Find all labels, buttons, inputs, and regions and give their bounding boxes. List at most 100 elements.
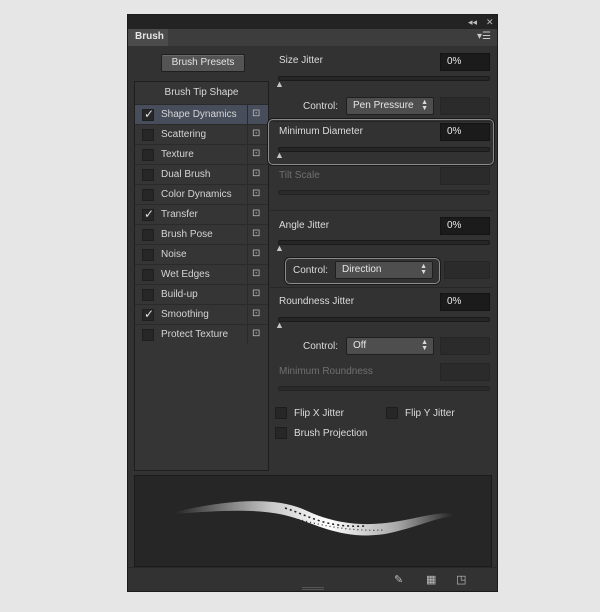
tilt-scale-slider [278, 190, 490, 195]
roundness-jitter-knob[interactable]: ▲ [275, 321, 284, 330]
setting-checkbox[interactable] [142, 149, 154, 161]
size-jitter-label: Size Jitter [279, 55, 323, 66]
flip-x-label: Flip X Jitter [294, 408, 345, 419]
minimum-roundness-slider [278, 386, 490, 391]
lock-icon[interactable]: ⊡ [252, 208, 260, 219]
lock-icon[interactable]: ⊡ [252, 108, 260, 119]
open-preset-manager-icon[interactable]: ▦ [426, 573, 436, 586]
settings-row[interactable]: Wet Edges ⊡ [135, 264, 268, 284]
setting-checkbox[interactable]: ✓ [142, 307, 154, 321]
setting-checkbox[interactable] [142, 169, 154, 181]
setting-checkbox[interactable]: ✓ [142, 207, 154, 221]
setting-label: Color Dynamics [161, 189, 232, 200]
flip-y-checkbox[interactable] [386, 407, 398, 419]
flip-y-label: Flip Y Jitter [405, 408, 455, 419]
angle-jitter-slider[interactable] [278, 240, 490, 245]
row-divider [247, 145, 248, 164]
settings-row[interactable]: Noise ⊡ [135, 244, 268, 264]
settings-row[interactable]: Color Dynamics ⊡ [135, 184, 268, 204]
close-icon[interactable]: ✕ [486, 16, 494, 28]
angle-jitter-knob[interactable]: ▲ [275, 244, 284, 253]
angle-jitter-field[interactable]: 0% [440, 217, 490, 235]
toggle-live-tip-preview-icon[interactable]: ✎ [394, 573, 403, 586]
new-brush-icon[interactable]: ◳ [456, 573, 466, 586]
setting-label: Protect Texture [161, 329, 229, 340]
roundness-jitter-slider[interactable] [278, 317, 490, 322]
roundness-jitter-field[interactable]: 0% [440, 293, 490, 311]
setting-checkbox[interactable] [142, 289, 154, 301]
control-select-2-value: Direction [342, 264, 382, 275]
setting-label: Brush Pose [161, 229, 213, 240]
control-select-2[interactable]: Direction ▲ ▼ [335, 261, 433, 279]
lock-icon[interactable]: ⊡ [252, 288, 260, 299]
control-select-1-value: Pen Pressure [353, 100, 414, 111]
setting-checkbox[interactable] [142, 129, 154, 141]
row-divider [247, 245, 248, 264]
setting-label: Shape Dynamics [161, 109, 237, 120]
control-label-1: Control: [303, 101, 339, 112]
brush-stroke-preview [134, 475, 492, 567]
divider [270, 287, 492, 288]
divider [270, 210, 492, 211]
size-jitter-knob[interactable]: ▲ [275, 80, 284, 89]
setting-checkbox[interactable] [142, 269, 154, 281]
setting-checkbox[interactable]: ✓ [142, 107, 154, 121]
row-divider [247, 285, 248, 304]
settings-row[interactable]: ✓ Shape Dynamics ⊡ [135, 104, 268, 124]
row-divider [247, 205, 248, 224]
tilt-scale-field [440, 167, 490, 185]
row-divider [247, 165, 248, 184]
brush-settings-list: Brush Tip Shape ✓ Shape Dynamics ⊡ Scatteri… [134, 81, 269, 471]
setting-label: Scattering [161, 129, 207, 140]
control-select-3[interactable]: Off ▲ ▼ [346, 337, 434, 355]
lock-icon[interactable]: ⊡ [252, 168, 260, 179]
brush-panel: ◂◂ ✕ Brush ▾☰ Brush Presets Brush Tip Sh… [127, 14, 498, 592]
brush-tip-shape-item[interactable]: Brush Tip Shape [135, 84, 268, 102]
row-divider [247, 105, 248, 124]
settings-row[interactable]: Scattering ⊡ [135, 124, 268, 144]
setting-label: Wet Edges [161, 269, 210, 280]
size-jitter-slider[interactable] [278, 76, 490, 81]
settings-row[interactable]: Protect Texture ⊡ [135, 324, 268, 344]
lock-icon[interactable]: ⊡ [252, 228, 260, 239]
control-3-extra-field [440, 337, 490, 355]
brush-projection-checkbox[interactable] [275, 427, 287, 439]
minimum-diameter-field[interactable]: 0% [440, 123, 490, 141]
lock-icon[interactable]: ⊡ [252, 308, 260, 319]
setting-checkbox[interactable] [142, 189, 154, 201]
control-select-1[interactable]: Pen Pressure ▲ ▼ [346, 97, 434, 115]
collapse-icon[interactable]: ◂◂ [468, 16, 477, 28]
minimum-diameter-knob[interactable]: ▲ [275, 151, 284, 160]
lock-icon[interactable]: ⊡ [252, 148, 260, 159]
setting-label: Transfer [161, 209, 198, 220]
minimum-roundness-label: Minimum Roundness [279, 366, 373, 377]
settings-row[interactable]: ✓ Transfer ⊡ [135, 204, 268, 224]
setting-checkbox[interactable] [142, 329, 154, 341]
chevron-updown-icon: ▲ ▼ [420, 263, 427, 276]
settings-row[interactable]: Brush Pose ⊡ [135, 224, 268, 244]
settings-row[interactable]: Dual Brush ⊡ [135, 164, 268, 184]
flip-x-checkbox[interactable] [275, 407, 287, 419]
tab-brush[interactable]: Brush [128, 29, 168, 46]
settings-row[interactable]: Build-up ⊡ [135, 284, 268, 304]
settings-row[interactable]: ✓ Smoothing ⊡ [135, 304, 268, 324]
size-jitter-field[interactable]: 0% [440, 53, 490, 71]
panel-menu-icon[interactable]: ▾☰ [477, 32, 491, 42]
row-divider [247, 265, 248, 284]
lock-icon[interactable]: ⊡ [252, 268, 260, 279]
settings-row[interactable]: Texture ⊡ [135, 144, 268, 164]
angle-jitter-label: Angle Jitter [279, 220, 330, 231]
setting-checkbox[interactable] [142, 229, 154, 241]
lock-icon[interactable]: ⊡ [252, 328, 260, 339]
setting-checkbox[interactable] [142, 249, 154, 261]
resize-grip[interactable] [302, 587, 324, 590]
minimum-diameter-slider[interactable] [278, 147, 490, 152]
brush-presets-button[interactable]: Brush Presets [161, 54, 245, 72]
roundness-jitter-label: Roundness Jitter [279, 296, 355, 307]
setting-label: Smoothing [161, 309, 209, 320]
panel-bottom-bar: ✎ ▦ ◳ [128, 567, 497, 591]
lock-icon[interactable]: ⊡ [252, 188, 260, 199]
lock-icon[interactable]: ⊡ [252, 248, 260, 259]
tilt-scale-label: Tilt Scale [279, 170, 320, 181]
lock-icon[interactable]: ⊡ [252, 128, 260, 139]
